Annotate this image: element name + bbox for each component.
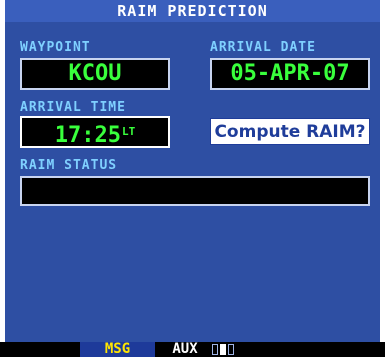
compute-raim-button[interactable]: Compute RAIM?: [210, 118, 370, 145]
arrival-time-value: 17:25: [54, 123, 121, 148]
raim-prediction-screen: RAIM PREDICTION WAYPOINT KCOU ARRIVAL DA…: [5, 0, 380, 357]
page-indicator-box: [220, 344, 226, 355]
page-title: RAIM PREDICTION: [5, 0, 380, 22]
msg-annunciator[interactable]: MSG: [80, 342, 155, 357]
page-indicator-box: [212, 344, 218, 355]
arrival-date-field[interactable]: 05-APR-07: [210, 58, 370, 90]
waypoint-field[interactable]: KCOU: [20, 58, 170, 90]
waypoint-label: WAYPOINT: [20, 40, 91, 55]
arrival-time-label: ARRIVAL TIME: [20, 100, 126, 115]
bottom-bar: MSG AUX: [0, 342, 385, 357]
arrival-date-label: ARRIVAL DATE: [210, 40, 316, 55]
arrival-time-field[interactable]: 17:25LT: [20, 116, 170, 148]
page-group-label: AUX: [172, 341, 198, 357]
raim-status-field: [20, 176, 370, 206]
page-indicator-box: [228, 344, 234, 355]
time-zone-cursor: LT: [121, 125, 136, 138]
raim-status-label: RAIM STATUS: [20, 158, 118, 173]
